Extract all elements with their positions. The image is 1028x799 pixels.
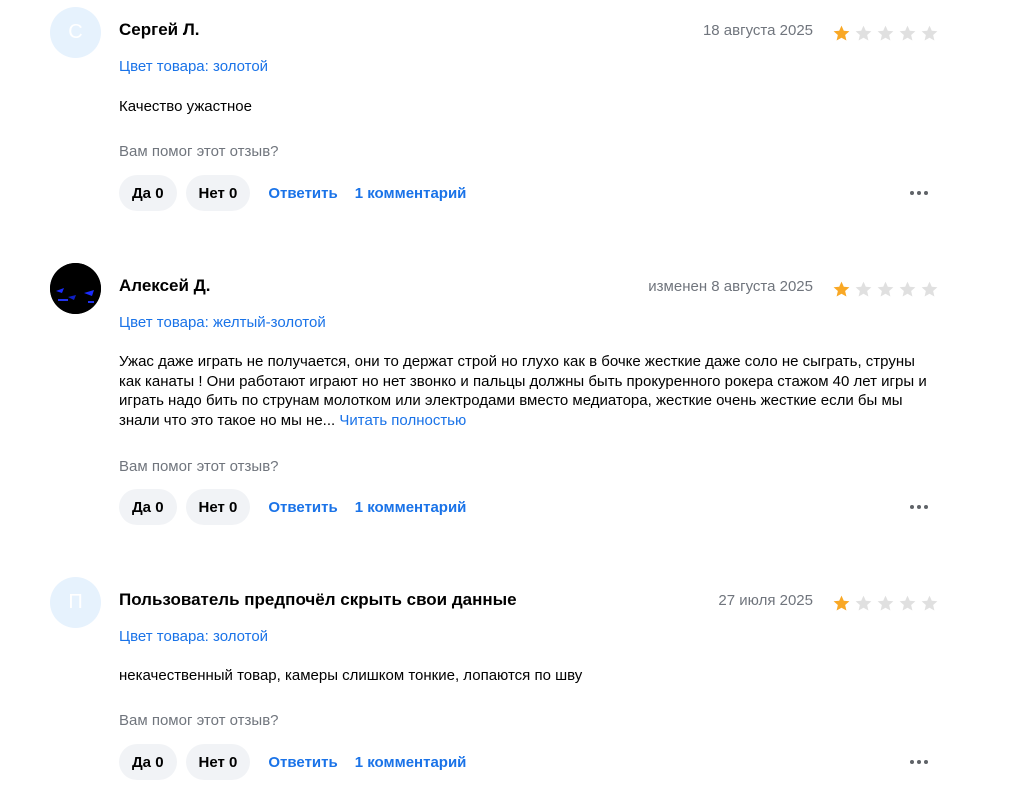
avatar: С	[50, 7, 101, 58]
review-author: Сергей Л.	[119, 20, 200, 39]
review-actions: Да 0 Нет 0 Ответить 1 комментарий	[119, 175, 474, 211]
review-text: Качество ужастное	[119, 97, 939, 117]
star-empty-icon	[877, 595, 894, 611]
reply-button[interactable]: Ответить	[268, 499, 337, 516]
review-card: П Пользователь предпочёл скрыть свои дан…	[0, 570, 1028, 799]
read-more-link[interactable]: Читать полностью	[339, 412, 466, 429]
review-date: 18 августа 2025	[702, 22, 813, 39]
avatar	[50, 263, 101, 314]
rating-stars	[832, 594, 939, 613]
review-card: Алексей Д. изменен 8 августа 2025 Цвет т…	[0, 256, 1028, 556]
star-empty-icon	[855, 25, 872, 41]
reply-button[interactable]: Ответить	[268, 185, 337, 202]
helpful-no-button[interactable]: Нет 0	[185, 489, 251, 525]
review-text-body: некачественный товар, камеры слишком тон…	[119, 667, 583, 684]
helpful-yes-button[interactable]: Да 0	[119, 489, 177, 525]
more-options-icon[interactable]	[910, 505, 928, 509]
product-variant: Цвет товара: золотой	[119, 628, 269, 645]
helpful-question: Вам помог этот отзыв?	[119, 143, 279, 160]
review-date: изменен 8 августа 2025	[648, 278, 813, 295]
product-variant: Цвет товара: золотой	[119, 58, 269, 75]
more-options-icon[interactable]	[910, 191, 928, 195]
avatar-photo	[50, 263, 101, 314]
rating-stars	[832, 280, 939, 299]
reply-button[interactable]: Ответить	[268, 754, 337, 771]
review-text-body: Ужас даже играть не получается, они то д…	[119, 353, 927, 429]
star-filled-icon	[833, 595, 850, 611]
star-empty-icon	[877, 25, 894, 41]
review-text-body: Качество ужастное	[119, 98, 252, 115]
star-empty-icon	[899, 595, 916, 611]
star-empty-icon	[855, 595, 872, 611]
helpful-question: Вам помог этот отзыв?	[119, 458, 279, 475]
rating-stars	[832, 24, 939, 43]
star-empty-icon	[921, 595, 938, 611]
review-author: Пользователь предпочёл скрыть свои данны…	[119, 590, 517, 609]
star-empty-icon	[877, 281, 894, 297]
star-empty-icon	[921, 25, 938, 41]
star-empty-icon	[899, 281, 916, 297]
comments-link[interactable]: 1 комментарий	[355, 185, 467, 202]
star-filled-icon	[833, 25, 850, 41]
more-options-icon[interactable]	[910, 760, 928, 764]
star-empty-icon	[855, 281, 872, 297]
comments-link[interactable]: 1 комментарий	[355, 499, 467, 516]
helpful-question: Вам помог этот отзыв?	[119, 712, 279, 729]
review-author: Алексей Д.	[119, 276, 211, 295]
review-date: 27 июля 2025	[718, 592, 813, 609]
review-card: С Сергей Л. 18 августа 2025 Цвет товара:…	[0, 0, 1028, 240]
star-filled-icon	[833, 281, 850, 297]
review-actions: Да 0 Нет 0 Ответить 1 комментарий	[119, 744, 474, 780]
review-text: некачественный товар, камеры слишком тон…	[119, 666, 939, 686]
product-variant: Цвет товара: желтый-золотой	[119, 314, 326, 331]
review-actions: Да 0 Нет 0 Ответить 1 комментарий	[119, 489, 474, 525]
helpful-yes-button[interactable]: Да 0	[119, 744, 177, 780]
star-empty-icon	[899, 25, 916, 41]
helpful-no-button[interactable]: Нет 0	[185, 744, 251, 780]
avatar: П	[50, 577, 101, 628]
comments-link[interactable]: 1 комментарий	[355, 754, 467, 771]
helpful-no-button[interactable]: Нет 0	[185, 175, 251, 211]
review-text: Ужас даже играть не получается, они то д…	[119, 352, 939, 430]
helpful-yes-button[interactable]: Да 0	[119, 175, 177, 211]
star-empty-icon	[921, 281, 938, 297]
